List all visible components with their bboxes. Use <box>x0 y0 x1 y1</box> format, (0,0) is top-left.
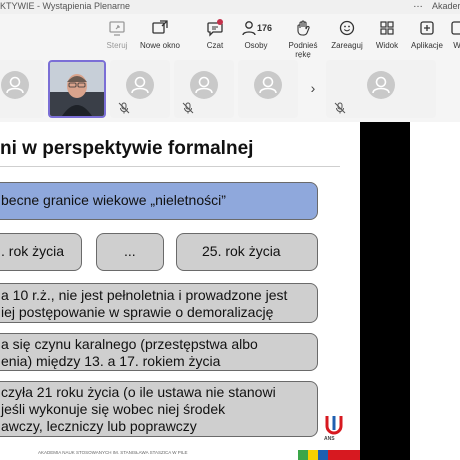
participant-tile[interactable] <box>110 60 170 118</box>
share-control-label: Steruj <box>106 41 128 50</box>
react-icon <box>339 20 355 36</box>
more-apps-button[interactable]: W <box>450 18 460 50</box>
apps-button[interactable]: Aplikacje <box>410 18 444 50</box>
participant-tile[interactable] <box>238 60 298 118</box>
organization-name[interactable]: Akader <box>432 1 460 11</box>
share-control-button[interactable]: Steruj <box>103 18 131 50</box>
avatar <box>190 71 218 99</box>
slide-heading: ni w perspektywie formalnej <box>0 138 254 159</box>
participant-video-tile[interactable] <box>48 60 106 118</box>
criteria-line: a się czynu karalnego (przestępstwa albo <box>1 336 258 352</box>
meeting-window: KTYWIE - Wystąpienia Plenarne … Akader S… <box>0 0 460 460</box>
new-window-button[interactable]: Nowe okno <box>138 18 182 50</box>
more-options-icon[interactable]: … <box>413 0 424 10</box>
participant-strip: › <box>0 58 460 122</box>
age-box-text: ... <box>124 243 136 259</box>
more-apps-label: W <box>453 41 460 50</box>
criteria-item: czyła 21 roku życia (o ile ustawa nie st… <box>0 381 318 437</box>
criteria-line: iej postępowanie w sprawie o demoralizac… <box>1 304 274 320</box>
raise-hand-icon <box>297 20 310 36</box>
shared-content-stage: ni w perspektywie formalnej becne granic… <box>0 122 460 460</box>
footer-stripe <box>308 450 318 460</box>
participant-count: 176 <box>257 23 273 33</box>
age-box: . rok życia <box>0 233 82 271</box>
age-box-text: . rok życia <box>1 243 65 259</box>
title-bar: KTYWIE - Wystąpienia Plenarne … Akader <box>0 0 460 14</box>
logo-caption: ANS <box>324 436 335 442</box>
muted-mic-icon <box>334 102 346 114</box>
meeting-toolbar: Steruj Nowe okno Czat 176 Osoby Podnieś … <box>0 14 460 59</box>
avatar <box>126 71 154 99</box>
window-title: KTYWIE - Wystąpienia Plenarne <box>0 1 130 11</box>
stage-margin <box>410 122 460 460</box>
chat-label: Czat <box>206 41 224 50</box>
raise-hand-button[interactable]: Podnieś rękę <box>280 18 326 59</box>
view-icon <box>380 21 394 35</box>
age-box-text: 25. rok życia <box>202 243 281 259</box>
logo-mark-icon <box>325 416 343 435</box>
view-button[interactable]: Widok <box>373 18 401 50</box>
criteria-item: a się czynu karalnego (przestępstwa albo… <box>0 333 318 371</box>
criteria-line: jeśli wykonuje się wobec niej środek <box>1 401 226 417</box>
age-box: ... <box>96 233 164 271</box>
criteria-line: czyła 21 roku życia (o ile ustawa nie st… <box>1 384 276 400</box>
chat-icon <box>207 19 223 37</box>
footer-stripe <box>298 450 308 460</box>
participant-video <box>50 62 104 116</box>
avatar <box>367 71 395 99</box>
footer-stripe <box>328 450 360 460</box>
share-screen-icon <box>109 21 125 36</box>
new-window-label: Nowe okno <box>139 41 181 50</box>
age-box: 25. rok życia <box>176 233 318 271</box>
chat-button[interactable]: Czat <box>203 18 227 50</box>
view-label: Widok <box>375 41 399 50</box>
participant-tile[interactable] <box>174 60 234 118</box>
criteria-item: a 10 r.ż., nie jest pełnoletnia i prowad… <box>0 283 318 323</box>
heading-divider <box>0 166 340 167</box>
people-button[interactable]: 176 Osoby <box>240 18 272 50</box>
avatar <box>254 71 282 99</box>
slide-footer: AKADEMIA NAUK STOSOWANYCH IM. STANISŁAWA… <box>38 450 188 455</box>
avatar <box>1 71 29 99</box>
criteria-line: a 10 r.ż., nie jest pełnoletnia i prowad… <box>1 287 288 303</box>
react-button[interactable]: Zareaguj <box>330 18 364 50</box>
next-participants-button[interactable]: › <box>304 78 322 98</box>
footer-stripe <box>318 450 328 460</box>
slide-banner: becne granice wiekowe „nieletności” <box>0 182 318 220</box>
criteria-line: enia) między 13. a 17. rokiem życia <box>1 353 221 369</box>
raise-hand-label: Podnieś rękę <box>288 41 318 59</box>
presentation-slide: ni w perspektywie formalnej becne granic… <box>0 122 360 460</box>
react-label: Zareaguj <box>331 41 363 50</box>
academy-logo: ANS <box>322 412 346 446</box>
new-window-icon <box>152 20 168 34</box>
banner-text: becne granice wiekowe „nieletności” <box>1 192 226 208</box>
people-label: Osoby <box>244 41 268 50</box>
apps-icon <box>420 21 434 35</box>
presenter-side-panel <box>360 122 410 460</box>
more-icon <box>451 21 460 35</box>
muted-mic-icon <box>118 102 130 114</box>
apps-label: Aplikacje <box>410 41 443 50</box>
participant-tile[interactable] <box>326 60 436 118</box>
criteria-line: awczy, leczniczy lub poprawczy <box>1 418 197 434</box>
muted-mic-icon <box>182 102 194 114</box>
participant-tile[interactable] <box>0 60 44 118</box>
